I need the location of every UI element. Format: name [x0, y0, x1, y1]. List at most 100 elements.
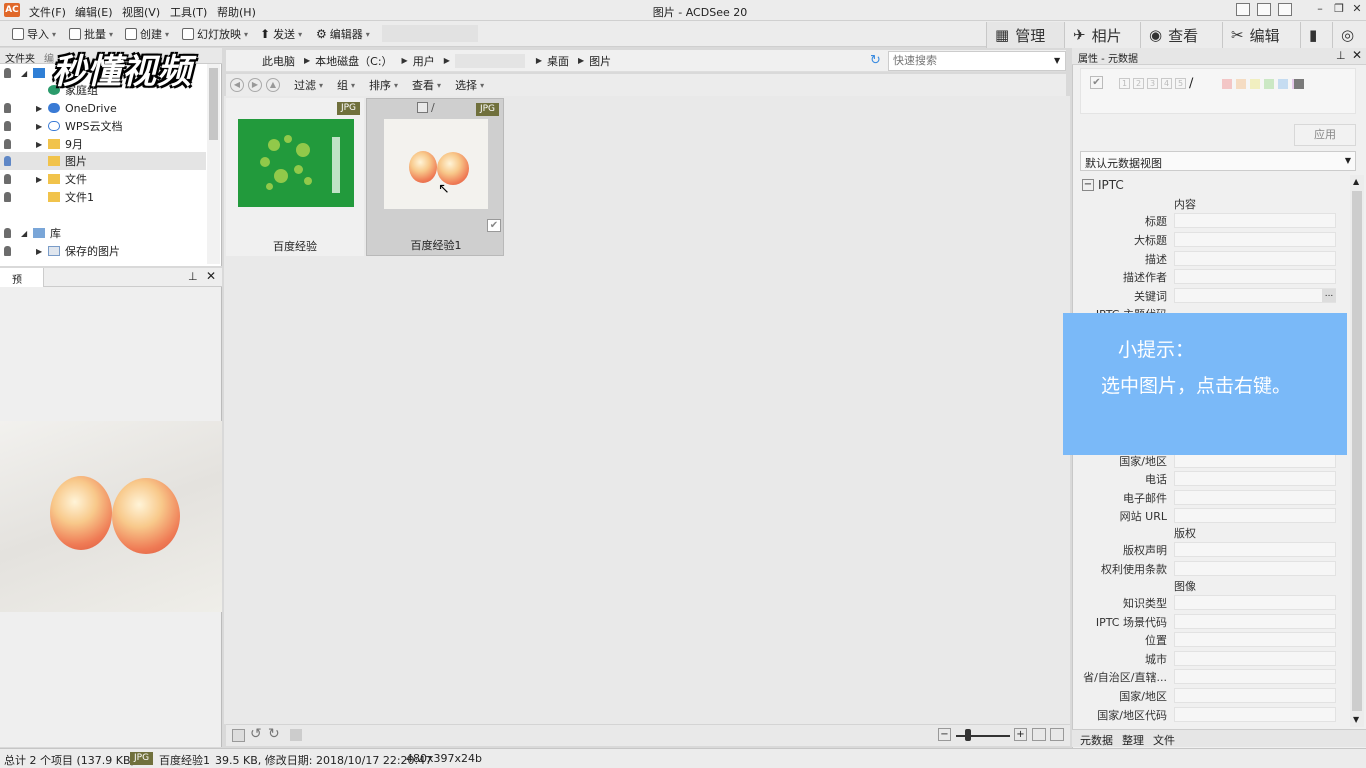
clear-rating-icon[interactable]: ∕ [1189, 76, 1193, 91]
color-label-yellow[interactable] [1250, 79, 1260, 89]
menu-edit[interactable]: 编辑(E) [75, 4, 113, 20]
pin-icon[interactable]: ⊥ [188, 270, 198, 283]
scrollbar-thumb[interactable] [209, 68, 218, 140]
properties-scrollbar[interactable]: ▲ ▼ [1350, 175, 1364, 727]
view-button[interactable]: 查看 [412, 77, 434, 93]
sort-button[interactable]: 排序 [369, 77, 391, 93]
collapse-icon[interactable]: − [1082, 179, 1094, 191]
mode-view[interactable]: ◉ 查看 [1140, 22, 1222, 48]
rating-1[interactable]: 1 [1119, 78, 1130, 89]
field-province-input[interactable] [1174, 669, 1336, 684]
field-city-input[interactable] [1174, 651, 1336, 666]
tree-item-files1[interactable]: 文件1 [0, 188, 206, 206]
rating-4[interactable]: 4 [1161, 78, 1172, 89]
rotate-left-icon[interactable]: ↺ [250, 726, 262, 742]
rating-2[interactable]: 2 [1133, 78, 1144, 89]
menu-help[interactable]: 帮助(H) [217, 4, 256, 20]
quick-search-input[interactable] [888, 51, 1066, 71]
select-checkbox-icon[interactable] [417, 102, 428, 113]
close-icon[interactable]: ✕ [1348, 2, 1366, 18]
minimize-icon[interactable]: – [1311, 2, 1329, 18]
field-keywords-input[interactable] [1174, 288, 1336, 303]
tab-organize[interactable]: 整理 [1122, 732, 1144, 748]
scroll-up-icon[interactable]: ▲ [1353, 177, 1359, 186]
editor-button[interactable]: ⚙ 编辑器 ▾ [316, 26, 370, 42]
checkmark-icon[interactable]: ✔ [487, 219, 501, 232]
crumb-blurred-user[interactable] [454, 53, 525, 68]
crumb-disk-c[interactable]: 本地磁盘（C:） [315, 53, 392, 69]
mode-edit[interactable]: ✂ 编辑 [1222, 22, 1300, 48]
color-label-blue[interactable] [1278, 79, 1288, 89]
color-label-clear[interactable] [1294, 79, 1304, 89]
refresh-icon[interactable]: ↻ [870, 53, 881, 68]
mode-365[interactable]: ◎ [1332, 22, 1366, 48]
tree-item-saved-pictures[interactable]: ▶ 保存的图片 [0, 242, 206, 260]
back-icon[interactable]: ◀ [230, 78, 244, 92]
import-button[interactable]: 导入 ▾ [12, 26, 56, 42]
tree-item-files[interactable]: ▶ 文件 [0, 170, 206, 188]
menu-view[interactable]: 视图(V) [122, 4, 160, 20]
field-description-input[interactable] [1174, 251, 1336, 266]
color-label-orange[interactable] [1236, 79, 1246, 89]
compare-icon[interactable] [290, 729, 302, 741]
field-country2-input[interactable] [1174, 688, 1336, 703]
metadata-view-select[interactable]: 默认元数据视图 ▼ [1080, 151, 1356, 171]
crumb-desktop[interactable]: 桌面 [547, 53, 569, 69]
zoom-slider-handle[interactable] [965, 729, 971, 741]
group-button[interactable]: 组 [337, 77, 348, 93]
thumbnail-view-icon[interactable] [1032, 728, 1046, 741]
mode-manage[interactable]: ▦ 管理 [986, 22, 1064, 48]
pin-icon[interactable]: ⊥ [1336, 49, 1346, 62]
field-location-input[interactable] [1174, 632, 1336, 647]
field-title-input[interactable] [1174, 213, 1336, 228]
menu-tools[interactable]: 工具(T) [170, 4, 207, 20]
field-country-code-input[interactable] [1174, 707, 1336, 722]
tree-item-onedrive[interactable]: ▶ OneDrive [0, 99, 206, 117]
crumb-this-pc[interactable]: 此电脑 [262, 53, 295, 69]
mode-dashboard[interactable]: ▮ [1300, 22, 1332, 48]
file-thumbnail-selected[interactable]: ∕ JPG ✔ 百度经验1 [366, 98, 504, 256]
details-view-icon[interactable] [1050, 728, 1064, 741]
zoom-out-icon[interactable]: − [938, 728, 951, 741]
close-icon[interactable]: ✕ [206, 269, 216, 283]
zoom-in-icon[interactable]: + [1014, 728, 1027, 741]
search-dropdown-icon[interactable]: ▼ [1054, 56, 1060, 65]
field-email-input[interactable] [1174, 490, 1336, 505]
field-headline-input[interactable] [1174, 232, 1336, 247]
crumb-pictures[interactable]: 图片 [589, 53, 611, 69]
crumb-users[interactable]: 用户 [413, 53, 435, 69]
field-genre-input[interactable] [1174, 595, 1336, 610]
batch-button[interactable]: 批量 ▾ [69, 26, 113, 42]
field-copyright-input[interactable] [1174, 542, 1336, 557]
color-label-red[interactable] [1222, 79, 1232, 89]
folders-scrollbar[interactable] [207, 64, 220, 264]
restore-icon[interactable]: ❐ [1330, 2, 1348, 18]
rating-3[interactable]: 3 [1147, 78, 1158, 89]
apply-button[interactable]: 应用 [1294, 124, 1356, 146]
layout-bottom-icon[interactable] [1257, 3, 1271, 16]
send-button[interactable]: ⬆ 发送 ▾ [260, 26, 302, 42]
field-scene-input[interactable] [1174, 614, 1336, 629]
layout-right-icon[interactable] [1278, 3, 1292, 16]
up-icon[interactable]: ▲ [266, 78, 280, 92]
file-thumbnail[interactable]: JPG 百度经验 [226, 98, 364, 256]
menu-file[interactable]: 文件(F) [29, 4, 66, 20]
scroll-down-icon[interactable]: ▼ [1353, 715, 1359, 724]
tag-checkbox-icon[interactable]: ✔ [1090, 76, 1103, 89]
select-button[interactable]: 选择 [455, 77, 477, 93]
preview-toggle-icon[interactable] [232, 729, 245, 742]
mode-photos[interactable]: ✈ 相片 [1064, 22, 1140, 48]
tree-item-sept[interactable]: ▶ 9月 [0, 135, 206, 153]
rotate-right-icon[interactable]: ↻ [268, 726, 280, 742]
tree-item-library[interactable]: ◢ 库 [0, 224, 206, 242]
scrollbar-thumb[interactable] [1352, 191, 1362, 711]
create-button[interactable]: 创建 ▾ [125, 26, 169, 42]
tab-metadata[interactable]: 元数据 [1080, 732, 1113, 748]
field-website-input[interactable] [1174, 508, 1336, 523]
close-icon[interactable]: ✕ [1352, 48, 1362, 62]
field-country-input[interactable] [1174, 453, 1336, 468]
rating-5[interactable]: 5 [1175, 78, 1186, 89]
field-phone-input[interactable] [1174, 471, 1336, 486]
color-label-green[interactable] [1264, 79, 1274, 89]
tree-item-pictures[interactable]: 图片 [0, 152, 206, 170]
